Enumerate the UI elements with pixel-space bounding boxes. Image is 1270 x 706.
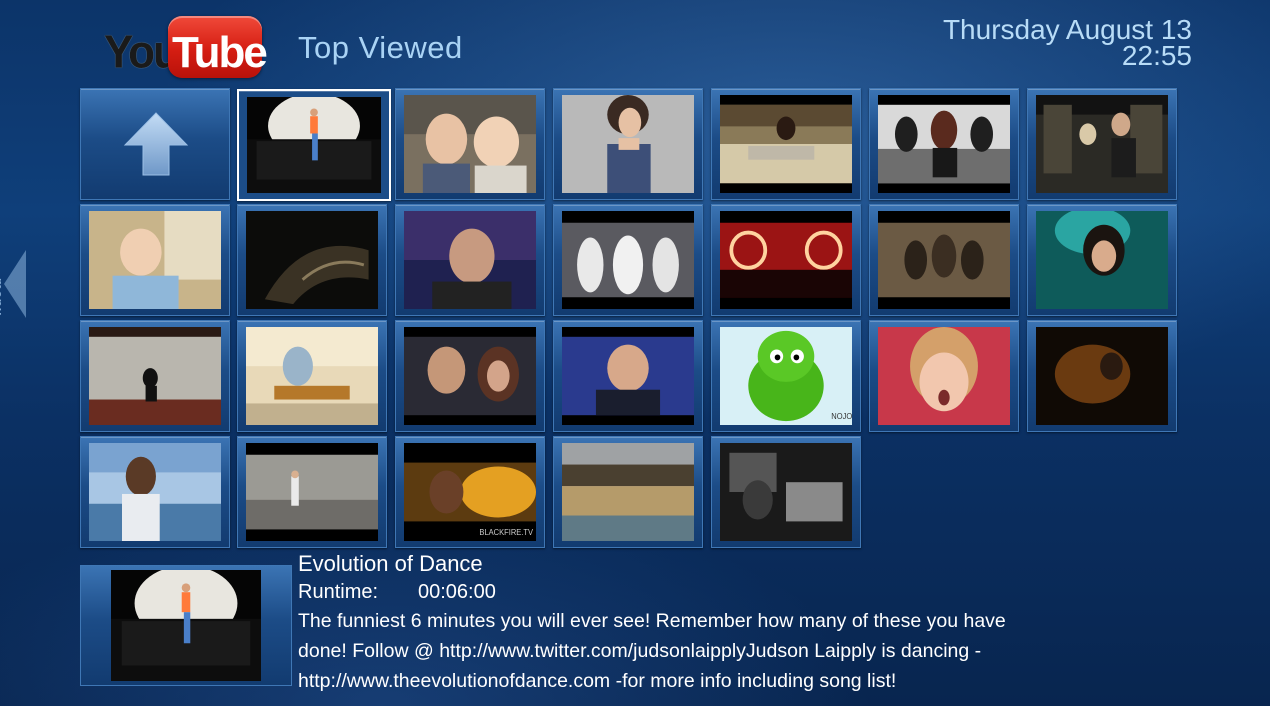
video-thumbnail: [562, 327, 694, 425]
video-tile[interactable]: [1027, 204, 1177, 316]
time-text: 22:55: [1121, 40, 1192, 71]
video-tile[interactable]: [395, 204, 545, 316]
thumbnail-caption: BLACKFIRE.TV: [479, 528, 533, 537]
thumbnail-caption: NOJO: [831, 412, 852, 421]
video-tile[interactable]: [711, 88, 861, 200]
video-thumbnail: [246, 327, 378, 425]
selected-video-thumbnail: [111, 570, 261, 681]
video-thumbnail: [720, 211, 852, 309]
video-tile[interactable]: [869, 204, 1019, 316]
video-thumbnail: [246, 443, 378, 541]
video-thumbnail: [720, 95, 852, 193]
video-tile[interactable]: [395, 88, 545, 200]
video-tile[interactable]: [553, 436, 703, 548]
video-title: Evolution of Dance: [298, 551, 483, 576]
video-tile[interactable]: NOJO: [711, 320, 861, 432]
video-thumbnail: [246, 211, 378, 309]
video-thumbnail: [562, 211, 694, 309]
logo-you-text: You: [104, 26, 180, 79]
video-tile[interactable]: [237, 320, 387, 432]
video-thumbnail: [404, 211, 536, 309]
video-thumbnail: NOJO: [720, 327, 852, 425]
video-tile[interactable]: BLACKFIRE.TV: [395, 436, 545, 548]
video-tile[interactable]: [711, 436, 861, 548]
scroll-up-button[interactable]: [80, 88, 230, 200]
video-tile[interactable]: [237, 204, 387, 316]
video-tile[interactable]: [80, 204, 230, 316]
video-thumbnail: [1036, 327, 1168, 425]
video-tile[interactable]: [553, 88, 703, 200]
video-thumbnail: [878, 211, 1010, 309]
video-thumbnail: [89, 443, 221, 541]
video-tile[interactable]: [869, 320, 1019, 432]
video-tile[interactable]: [1027, 88, 1177, 200]
video-tile[interactable]: [80, 320, 230, 432]
side-menu-tab[interactable]: menu: [0, 240, 44, 330]
video-tile[interactable]: [553, 320, 703, 432]
video-thumbnail: [89, 327, 221, 425]
video-tile[interactable]: [237, 89, 391, 201]
video-tile[interactable]: [395, 320, 545, 432]
page-title: Top Viewed: [298, 30, 463, 65]
video-thumbnail: [720, 443, 852, 541]
runtime-value: 00:06:00: [418, 581, 496, 603]
video-tile[interactable]: [80, 436, 230, 548]
runtime-row: Runtime: 00:06:00: [298, 581, 496, 604]
video-thumbnail: BLACKFIRE.TV: [404, 443, 536, 541]
video-tile[interactable]: [711, 204, 861, 316]
up-arrow-icon: [123, 112, 189, 176]
video-thumbnail: [878, 95, 1010, 193]
selected-video-preview: [80, 565, 292, 686]
video-thumbnail: [1036, 95, 1168, 193]
youtube-logo: You Tube: [104, 14, 268, 79]
video-thumbnail: [404, 327, 536, 425]
logo-tube-text: Tube: [172, 28, 268, 77]
video-thumbnail: [89, 211, 221, 309]
video-thumbnail: [404, 95, 536, 193]
video-description: The funniest 6 minutes you will ever see…: [298, 610, 1006, 692]
runtime-label: Runtime:: [298, 581, 379, 603]
video-thumbnail: [562, 95, 694, 193]
video-tile[interactable]: [869, 88, 1019, 200]
video-tile[interactable]: [1027, 320, 1177, 432]
video-thumbnail: [1036, 211, 1168, 309]
video-thumbnail: [878, 327, 1010, 425]
menu-label: menu: [0, 278, 6, 317]
menu-arrow-icon: [4, 250, 26, 318]
video-thumbnail: [247, 97, 381, 193]
date-time: Thursday August 13 22:55: [943, 16, 1192, 71]
video-thumbnail: [562, 443, 694, 541]
video-tile[interactable]: [237, 436, 387, 548]
video-tile[interactable]: [553, 204, 703, 316]
